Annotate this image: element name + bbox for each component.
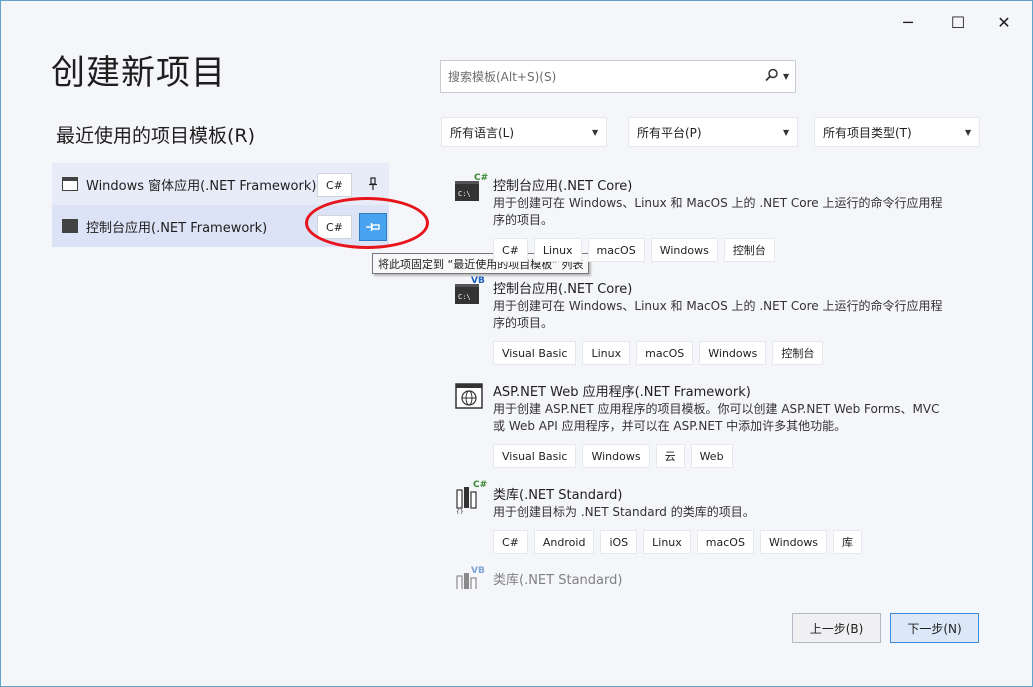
- close-button[interactable]: ✕: [989, 9, 1019, 35]
- tag: 库: [833, 530, 863, 554]
- console-icon: [62, 219, 78, 233]
- winforms-icon: [62, 177, 78, 191]
- tag: Visual Basic: [493, 444, 577, 468]
- svg-text:C:\: C:\: [458, 293, 471, 301]
- template-description: 用于创建可在 Windows、Linux 和 MacOS 上的 .NET Cor…: [493, 196, 943, 227]
- maximize-button[interactable]: ☐: [943, 9, 973, 35]
- recent-item-winforms[interactable]: Windows 窗体应用(.NET Framework) C#: [52, 163, 389, 205]
- recent-templates-heading: 最近使用的项目模板(R): [56, 125, 256, 147]
- pin-icon: [369, 177, 377, 190]
- recent-templates-list: Windows 窗体应用(.NET Framework) C# 控制台应用(.N…: [52, 163, 389, 247]
- tag: iOS: [600, 530, 638, 554]
- tag: 云: [655, 444, 685, 468]
- tag: Web: [690, 444, 733, 468]
- template-item[interactable]: C:\ C# 控制台应用(.NET Core) 用于创建可在 Windows、L…: [451, 171, 971, 266]
- minimize-button[interactable]: ─: [893, 9, 923, 35]
- chevron-down-icon: ▼: [783, 127, 790, 137]
- tag: macOS: [587, 238, 645, 262]
- tag: macOS: [636, 341, 694, 365]
- pin-button[interactable]: [360, 171, 386, 197]
- recent-item-console[interactable]: 控制台应用(.NET Framework) C#: [52, 205, 389, 247]
- console-app-icon: C:\ C#: [455, 173, 488, 203]
- new-project-dialog: ─ ☐ ✕ 创建新项目 最近使用的项目模板(R) Windows 窗体应用(.N…: [0, 0, 1033, 687]
- template-tags: Visual Basic Linux macOS Windows 控制台: [493, 341, 824, 365]
- console-app-icon: C:\ VB: [455, 276, 485, 306]
- template-name: 类库(.NET Standard): [493, 488, 623, 503]
- tag: Android: [533, 530, 595, 554]
- csharp-badge: C#: [473, 480, 488, 490]
- search-icon[interactable]: [761, 68, 783, 86]
- search-input[interactable]: [446, 68, 761, 85]
- language-chip: C#: [317, 215, 352, 239]
- project-type-filter-label: 所有项目类型(T): [823, 125, 912, 140]
- template-tags: C# Android iOS Linux macOS Windows 库: [493, 530, 863, 554]
- language-filter-label: 所有语言(L): [450, 125, 515, 140]
- template-tags: Visual Basic Windows 云 Web: [493, 444, 733, 468]
- svg-text:C:\: C:\: [458, 190, 471, 198]
- page-title: 创建新项目: [51, 53, 226, 93]
- language-filter-dropdown[interactable]: 所有语言(L) ▼: [441, 117, 607, 147]
- tag: 控制台: [772, 341, 824, 365]
- template-name: 类库(.NET Standard): [493, 573, 623, 588]
- back-button[interactable]: 上一步(B): [792, 613, 881, 643]
- tag: C#: [493, 530, 528, 554]
- pin-icon: [366, 223, 380, 231]
- vb-badge: VB: [471, 566, 485, 576]
- platform-filter-dropdown[interactable]: 所有平台(P) ▼: [628, 117, 798, 147]
- tag: Visual Basic: [493, 341, 577, 365]
- template-item[interactable]: {} C# 类库(.NET Standard) 用于创建目标为 .NET Sta…: [451, 480, 971, 566]
- template-name: 控制台应用(.NET Core): [493, 282, 633, 297]
- template-item[interactable]: C:\ VB 控制台应用(.NET Core) 用于创建可在 Windows、L…: [451, 274, 971, 369]
- chevron-down-icon: ▼: [965, 127, 972, 137]
- template-description: 用于创建可在 Windows、Linux 和 MacOS 上的 .NET Cor…: [493, 299, 943, 330]
- language-chip: C#: [317, 173, 352, 197]
- tag: macOS: [696, 530, 754, 554]
- template-item[interactable]: VB 类库(.NET Standard): [451, 566, 971, 589]
- template-item[interactable]: ASP.NET Web 应用程序(.NET Framework) 用于创建 AS…: [451, 377, 971, 472]
- svg-text:{}: {}: [456, 509, 464, 514]
- tag: Linux: [643, 530, 691, 554]
- tag: Linux: [533, 238, 582, 262]
- template-name: 控制台应用(.NET Core): [493, 179, 633, 194]
- tag: Windows: [582, 444, 650, 468]
- tag: Linux: [582, 341, 631, 365]
- chevron-down-icon[interactable]: ▼: [783, 72, 795, 81]
- class-library-icon: {} C#: [455, 480, 487, 516]
- template-list: C:\ C# 控制台应用(.NET Core) 用于创建可在 Windows、L…: [451, 171, 971, 589]
- pin-button[interactable]: [359, 213, 387, 241]
- tag: Windows: [759, 530, 828, 554]
- template-description: 用于创建目标为 .NET Standard 的类库的项目。: [493, 505, 755, 519]
- tag: Windows: [699, 341, 767, 365]
- tag: C#: [493, 238, 528, 262]
- template-tags: C# Linux macOS Windows 控制台: [493, 238, 775, 262]
- template-name: ASP.NET Web 应用程序(.NET Framework): [493, 385, 751, 400]
- template-description: 用于创建 ASP.NET 应用程序的项目模板。你可以创建 ASP.NET Web…: [493, 402, 940, 433]
- tag: 控制台: [723, 238, 775, 262]
- tag: Windows: [650, 238, 718, 262]
- web-app-icon: [455, 381, 483, 409]
- csharp-badge: C#: [474, 173, 489, 183]
- next-button[interactable]: 下一步(N): [890, 613, 979, 643]
- platform-filter-label: 所有平台(P): [637, 125, 702, 140]
- project-type-filter-dropdown[interactable]: 所有项目类型(T) ▼: [814, 117, 980, 147]
- class-library-icon: VB: [455, 566, 485, 589]
- chevron-down-icon: ▼: [592, 127, 599, 137]
- template-search-box[interactable]: ▼: [440, 60, 796, 93]
- vb-badge: VB: [471, 276, 485, 286]
